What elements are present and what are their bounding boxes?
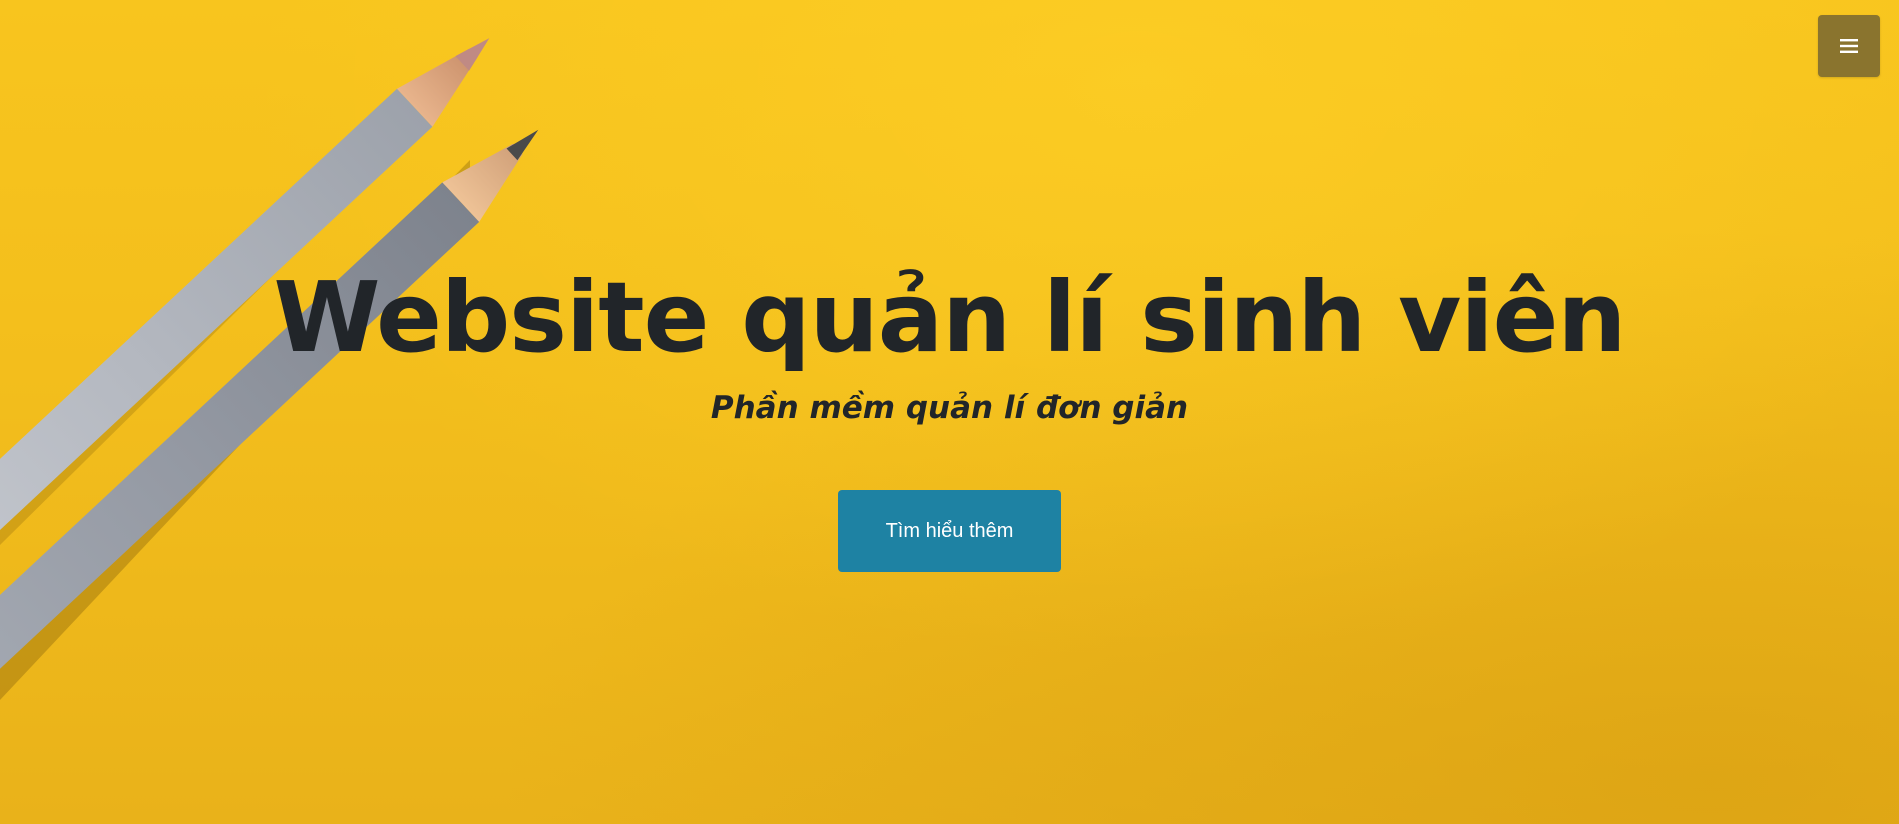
page-subtitle: Phần mềm quản lí đơn giản bbox=[710, 390, 1189, 426]
learn-more-button[interactable]: Tìm hiểu thêm bbox=[838, 490, 1061, 572]
page-title: Website quản lí sinh viên bbox=[273, 261, 1627, 374]
menu-toggle-button[interactable] bbox=[1818, 15, 1880, 77]
hero-section: Website quản lí sinh viên Phần mềm quản … bbox=[0, 0, 1899, 824]
hamburger-menu-icon bbox=[1840, 39, 1858, 53]
